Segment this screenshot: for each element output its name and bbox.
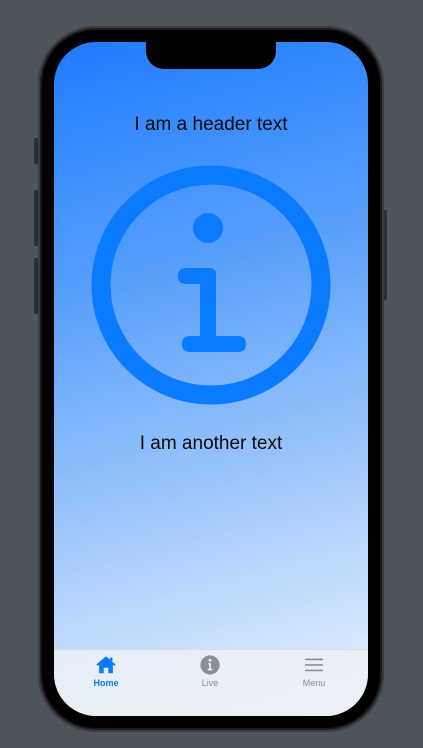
tab-home-label: Home <box>93 678 119 688</box>
info-circle-icon <box>91 165 331 405</box>
tab-live-label: Live <box>201 678 219 688</box>
tab-menu[interactable]: Menu <box>274 654 354 694</box>
tab-bar: Home Live Menu <box>54 649 368 716</box>
info-circle-icon <box>200 655 220 675</box>
tab-home[interactable]: Home <box>66 654 146 694</box>
tab-menu-label: Menu <box>302 678 326 688</box>
hamburger-menu-icon <box>304 658 324 672</box>
camera-notch <box>146 42 276 69</box>
secondary-text: I am another text <box>139 433 283 454</box>
simulator-stage: I am a header text I am another text Hom… <box>0 0 423 748</box>
app-screen: I am a header text I am another text Hom… <box>54 42 368 716</box>
house-icon <box>96 656 116 674</box>
tab-live[interactable]: Live <box>170 654 250 694</box>
header-text: I am a header text <box>134 114 288 135</box>
